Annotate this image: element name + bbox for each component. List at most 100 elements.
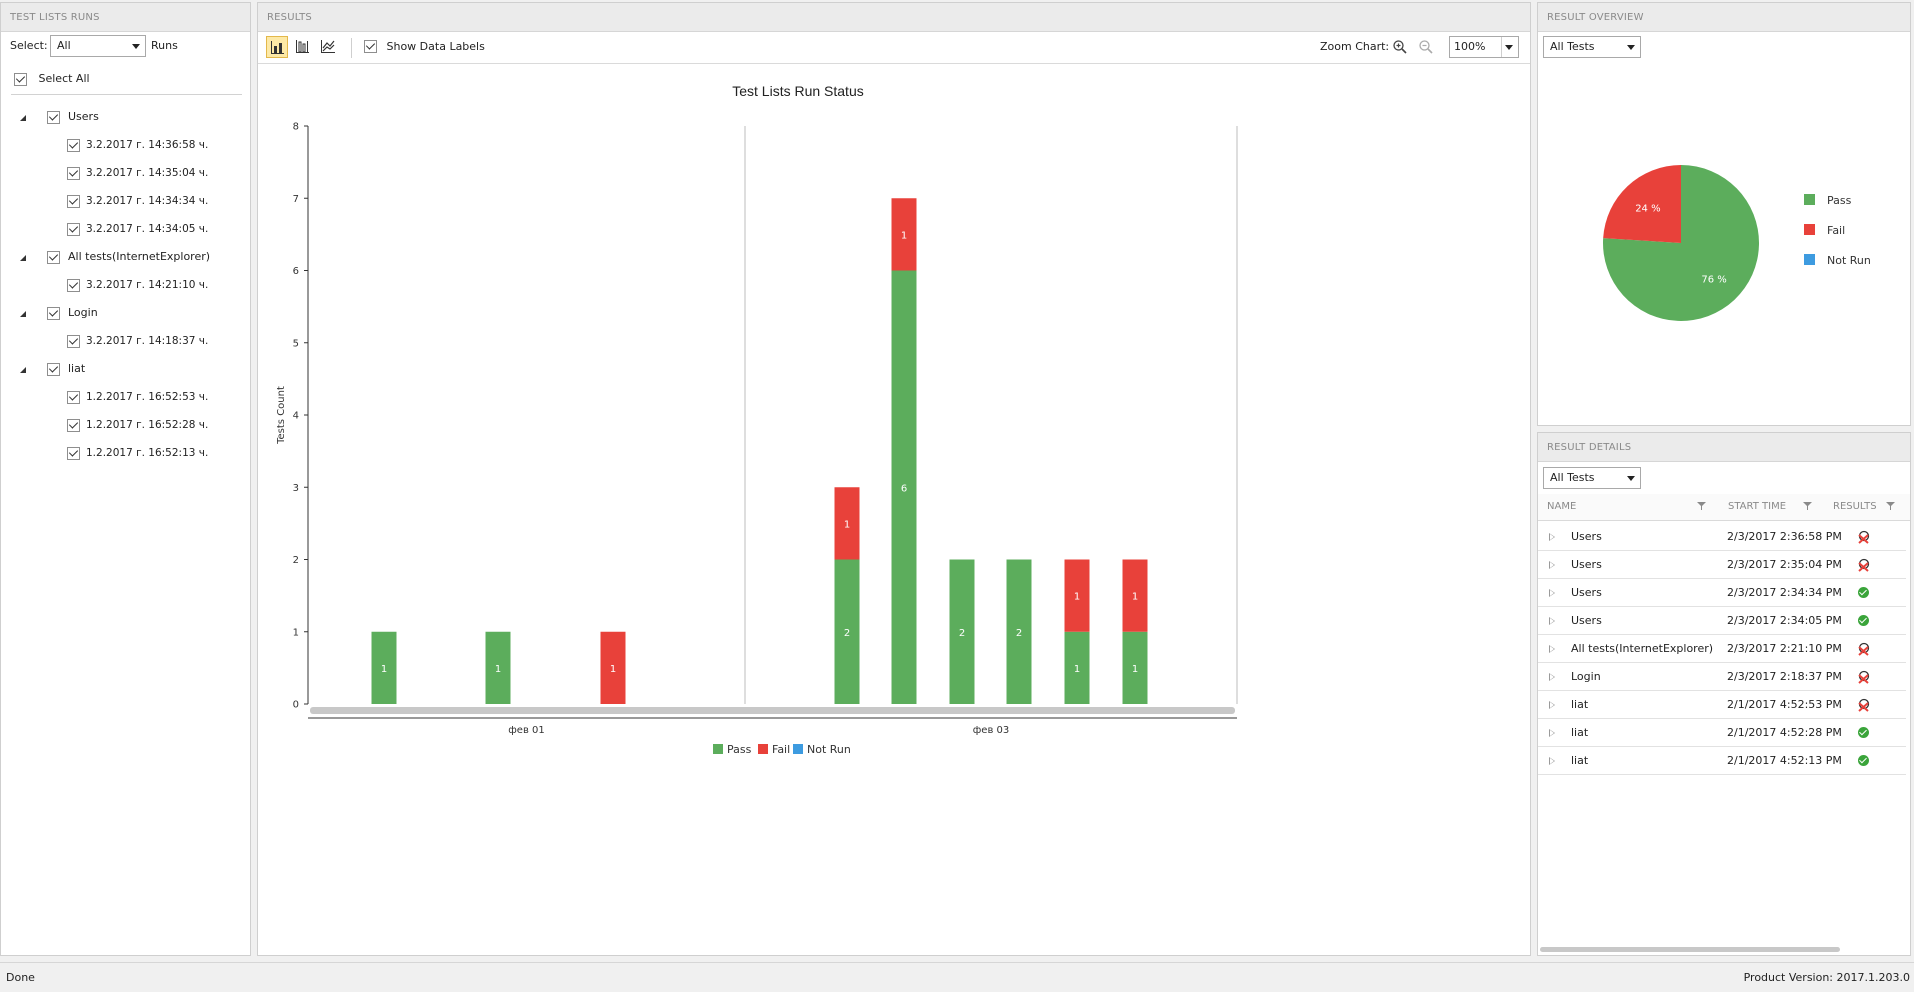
tree-run-row[interactable]: 3.2.2017 г. 14:34:34 ч. [67, 191, 208, 211]
row-name: Users [1571, 558, 1602, 571]
runs-select[interactable]: All [50, 35, 146, 57]
y-axis-label: Tests Count [276, 386, 287, 445]
tree-run-label: 3.2.2017 г. 14:34:34 ч. [86, 195, 209, 207]
tree-run-row[interactable]: 3.2.2017 г. 14:35:04 ч. [67, 163, 208, 183]
product-version: Product Version: 2017.1.203.0 [1743, 971, 1910, 984]
table-row[interactable]: liat 2/1/2017 4:52:28 PM [1538, 719, 1906, 747]
show-data-labels-toggle[interactable]: Show Data Labels [364, 39, 485, 53]
tree-group-row[interactable]: liat [20, 359, 85, 379]
row-start-time: 2/1/2017 4:52:28 PM [1727, 726, 1842, 739]
tree-group-label: Login [68, 306, 98, 319]
tree-run-row[interactable]: 3.2.2017 г. 14:34:05 ч. [67, 219, 208, 239]
tree-group-row[interactable]: All tests(InternetExplorer) [20, 247, 210, 267]
expand-row-icon[interactable] [1549, 533, 1555, 541]
table-row[interactable]: All tests(InternetExplorer) 2/3/2017 2:21… [1538, 635, 1906, 663]
zoom-chart-label: Zoom Chart: [1320, 40, 1390, 53]
table-row[interactable]: liat 2/1/2017 4:52:13 PM [1538, 747, 1906, 775]
expand-row-icon[interactable] [1549, 729, 1555, 737]
select-all-row[interactable]: Select All [14, 69, 90, 89]
filter-icon[interactable] [1803, 494, 1813, 520]
tree-group-checkbox[interactable] [47, 250, 60, 264]
column-header-name[interactable]: NAME [1547, 494, 1576, 520]
tree-run-checkbox[interactable] [67, 390, 80, 404]
tree-run-checkbox[interactable] [67, 334, 80, 348]
zoom-value: 100% [1454, 40, 1486, 53]
filter-icon[interactable] [1886, 494, 1896, 520]
column-header-start-time[interactable]: START TIME [1728, 494, 1786, 520]
tree-run-checkbox[interactable] [67, 138, 80, 152]
zoom-in-icon[interactable] [1392, 39, 1408, 55]
bar-data-label: 1 [901, 230, 907, 241]
pie-legend-label: Pass [1827, 194, 1852, 207]
collapse-triangle-icon[interactable] [20, 115, 26, 121]
tree-group-checkbox[interactable] [47, 110, 60, 124]
expand-row-icon[interactable] [1549, 673, 1555, 681]
fail-icon [1858, 642, 1870, 656]
pie-legend-swatch [1804, 194, 1815, 205]
tree-group-checkbox[interactable] [47, 306, 60, 320]
expand-row-icon[interactable] [1549, 645, 1555, 653]
pie-legend-swatch [1804, 224, 1815, 235]
bar-data-label: 1 [1132, 592, 1138, 603]
tree-run-label: 1.2.2017 г. 16:52:53 ч. [86, 391, 209, 403]
tree-run-checkbox[interactable] [67, 418, 80, 432]
status-bar: Done Product Version: 2017.1.203.0 [0, 962, 1914, 992]
tree-run-label: 1.2.2017 г. 16:52:28 ч. [86, 419, 209, 431]
show-data-labels-checkbox[interactable] [364, 39, 377, 53]
tree-run-row[interactable]: 1.2.2017 г. 16:52:28 ч. [67, 415, 208, 435]
details-grid-header: NAME START TIME RESULTS [1538, 494, 1910, 521]
tree-run-row[interactable]: 3.2.2017 г. 14:21:10 ч. [67, 275, 208, 295]
tree-run-checkbox[interactable] [67, 222, 80, 236]
collapse-triangle-icon[interactable] [20, 311, 26, 317]
test-lists-runs-header: TEST LISTS RUNS [1, 3, 250, 32]
pass-icon [1858, 755, 1869, 766]
overview-filter-select[interactable]: All Tests [1543, 36, 1641, 58]
collapse-triangle-icon[interactable] [20, 367, 26, 373]
tree-group-row[interactable]: Login [20, 303, 98, 323]
chevron-down-icon [1627, 45, 1635, 50]
table-row[interactable]: Users 2/3/2017 2:34:34 PM [1538, 579, 1906, 607]
stacked-bar-chart-button[interactable] [266, 36, 288, 58]
tree-run-row[interactable]: 3.2.2017 г. 14:18:37 ч. [67, 331, 208, 351]
column-header-results[interactable]: RESULTS [1833, 494, 1877, 520]
tree-run-checkbox[interactable] [67, 194, 80, 208]
row-start-time: 2/3/2017 2:21:10 PM [1727, 642, 1842, 655]
fail-icon [1858, 670, 1870, 684]
collapse-triangle-icon[interactable] [20, 255, 26, 261]
fail-icon [1858, 530, 1870, 544]
tree-run-checkbox[interactable] [67, 278, 80, 292]
tree-run-row[interactable]: 1.2.2017 г. 16:52:13 ч. [67, 443, 208, 463]
select-all-checkbox[interactable] [14, 72, 27, 86]
table-row[interactable]: Users 2/3/2017 2:35:04 PM [1538, 551, 1906, 579]
x-group-label: фев 03 [973, 725, 1010, 736]
expand-row-icon[interactable] [1549, 589, 1555, 597]
tree-run-label: 3.2.2017 г. 14:35:04 ч. [86, 167, 209, 179]
details-filter-select[interactable]: All Tests [1543, 467, 1641, 489]
table-row[interactable]: Login 2/3/2017 2:18:37 PM [1538, 663, 1906, 691]
bar-data-label: 2 [959, 628, 965, 639]
table-row[interactable]: Users 2/3/2017 2:36:58 PM [1538, 523, 1906, 551]
table-row[interactable]: liat 2/1/2017 4:52:53 PM [1538, 691, 1906, 719]
expand-row-icon[interactable] [1549, 701, 1555, 709]
expand-row-icon[interactable] [1549, 617, 1555, 625]
pie-legend-swatch [1804, 254, 1815, 265]
expand-row-icon[interactable] [1549, 561, 1555, 569]
tree-run-checkbox[interactable] [67, 446, 80, 460]
table-row[interactable]: Users 2/3/2017 2:34:05 PM [1538, 607, 1906, 635]
line-chart-button[interactable] [318, 36, 340, 58]
tree-run-checkbox[interactable] [67, 166, 80, 180]
row-start-time: 2/1/2017 4:52:53 PM [1727, 698, 1842, 711]
column-chart-button[interactable] [292, 36, 314, 58]
tree-group-label: liat [68, 362, 86, 375]
pass-icon [1858, 587, 1869, 598]
tree-run-row[interactable]: 1.2.2017 г. 16:52:53 ч. [67, 387, 208, 407]
zoom-out-icon[interactable] [1418, 39, 1434, 55]
tree-run-row[interactable]: 3.2.2017 г. 14:36:58 ч. [67, 135, 208, 155]
chart-scrollbar[interactable] [310, 707, 1235, 714]
zoom-select[interactable]: 100% [1449, 36, 1519, 58]
horizontal-scrollbar[interactable] [1540, 947, 1840, 952]
filter-icon[interactable] [1697, 494, 1707, 520]
tree-group-row[interactable]: Users [20, 107, 99, 127]
tree-group-checkbox[interactable] [47, 362, 60, 376]
expand-row-icon[interactable] [1549, 757, 1555, 765]
